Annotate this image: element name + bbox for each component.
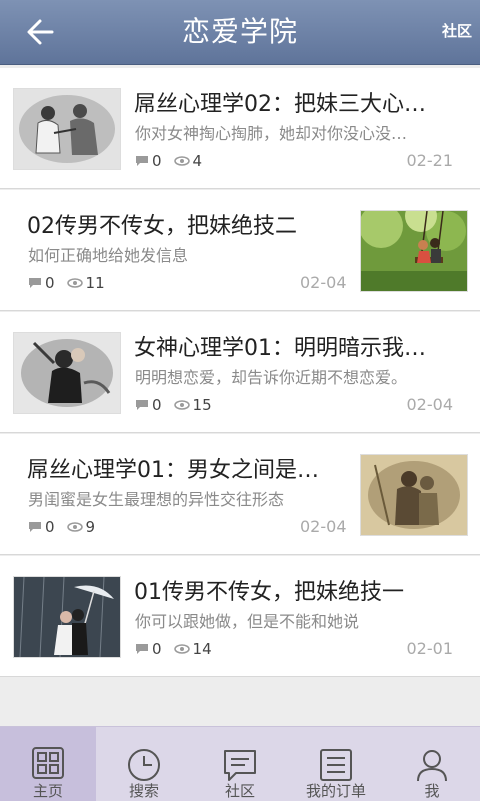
article-thumbnail — [13, 332, 121, 414]
article-title: 女神心理学01：明明暗示我… — [134, 336, 426, 361]
article-thumbnail — [360, 454, 468, 536]
tab-label: 我 — [424, 782, 440, 800]
comment-icon — [136, 156, 148, 166]
comment-count: 0 — [152, 152, 162, 170]
comment-count: 0 — [45, 274, 55, 292]
tab-community[interactable]: 社区 — [192, 727, 288, 801]
article-meta: 0 11 — [28, 273, 117, 293]
article-title: 02传男不传女，把妹绝技二 — [27, 214, 297, 239]
view-count: 14 — [192, 640, 212, 658]
article-thumbnail — [13, 576, 121, 658]
tab-label: 社区 — [224, 782, 255, 800]
view-count: 4 — [192, 152, 203, 170]
eye-icon — [173, 644, 190, 654]
comment-count: 0 — [152, 640, 162, 658]
article-thumbnail — [360, 210, 468, 292]
article-meta: 0 14 — [135, 639, 224, 659]
article-title: 屌丝心理学02：把妹三大心… — [134, 92, 426, 117]
comment-icon — [29, 522, 41, 532]
article-summary: 你可以跟她做，但是不能和她说 — [135, 612, 360, 631]
comment-icon — [136, 644, 148, 654]
eye-icon — [173, 156, 190, 166]
chat-bubble-icon — [224, 750, 256, 781]
article-meta: 0 15 — [135, 395, 224, 415]
article-list: 屌丝心理学02：把妹三大心… 你对女神掏心掏肺，她却对你没心没… 0 4 02-… — [0, 68, 480, 678]
tab-home[interactable]: 主页 — [0, 727, 96, 801]
article-meta: 0 9 — [28, 517, 107, 537]
article-summary: 男闺蜜是女生最理想的异性交往形态 — [28, 490, 285, 509]
article-title: 屌丝心理学01：男女之间是… — [27, 458, 319, 483]
tab-my-orders[interactable]: 我的订单 — [288, 727, 384, 801]
tab-label: 搜索 — [128, 782, 159, 800]
article-date: 02-04 — [406, 395, 454, 414]
bottom-tab-bar: 主页 搜索 社区 我的订单 我 — [0, 726, 480, 801]
article-card[interactable]: 02传男不传女，把妹绝技二 如何正确地给她发信息 0 11 02-04 — [0, 190, 480, 310]
article-card[interactable]: 屌丝心理学02：把妹三大心… 你对女神掏心掏肺，她却对你没心没… 0 4 02-… — [0, 68, 480, 188]
view-count: 15 — [192, 396, 212, 414]
view-count: 9 — [85, 518, 96, 536]
article-date: 02-21 — [406, 151, 454, 170]
article-title: 01传男不传女，把妹绝技一 — [134, 580, 404, 605]
article-summary: 明明想恋爱，却告诉你近期不想恋爱。 — [135, 368, 408, 387]
eye-icon — [173, 400, 190, 410]
article-card[interactable]: 女神心理学01：明明暗示我… 明明想恋爱，却告诉你近期不想恋爱。 0 15 02… — [0, 312, 480, 432]
person-icon — [417, 750, 447, 782]
tab-label: 主页 — [32, 782, 63, 800]
community-link[interactable]: 社区 — [442, 21, 472, 41]
eye-icon — [66, 522, 83, 532]
comment-count: 0 — [45, 518, 55, 536]
app-header: 恋爱学院 社区 — [0, 0, 480, 65]
article-date: 02-04 — [300, 273, 347, 292]
grid-home-icon — [32, 747, 64, 779]
clock-icon — [128, 749, 160, 781]
list-order-icon — [320, 749, 352, 781]
tab-me[interactable]: 我 — [384, 727, 480, 801]
comment-icon — [136, 400, 148, 410]
comment-count: 0 — [152, 396, 162, 414]
article-summary: 你对女神掏心掏肺，她却对你没心没… — [135, 124, 408, 143]
article-summary: 如何正确地给她发信息 — [28, 246, 189, 265]
page-title: 恋爱学院 — [181, 15, 298, 48]
view-count: 11 — [85, 274, 105, 292]
eye-icon — [66, 278, 83, 288]
tab-label: 我的订单 — [305, 782, 366, 800]
tab-search[interactable]: 搜索 — [96, 727, 192, 801]
article-meta: 0 4 — [135, 151, 214, 171]
article-thumbnail — [13, 88, 121, 170]
article-date: 02-04 — [300, 517, 347, 536]
article-date: 02-01 — [406, 639, 454, 658]
article-card[interactable]: 屌丝心理学01：男女之间是… 男闺蜜是女生最理想的异性交往形态 0 9 02-0… — [0, 434, 480, 554]
comment-icon — [29, 278, 41, 288]
article-card[interactable]: 01传男不传女，把妹绝技一 你可以跟她做，但是不能和她说 0 14 02-01 — [0, 556, 480, 676]
